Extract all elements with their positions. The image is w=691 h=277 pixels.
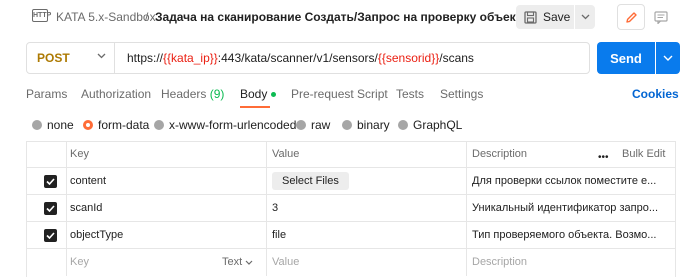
url-bar: POST https://{{kata_ip}}:443/kata/scanne… xyxy=(26,42,590,74)
row-key[interactable]: content xyxy=(66,168,266,195)
send-options-button[interactable] xyxy=(656,42,680,74)
new-description-input[interactable]: Description xyxy=(466,249,676,276)
table-row: scanId 3 Уникальный идентификатор запро.… xyxy=(26,195,676,222)
request-header: HTTP KATA 5.x-Sandbox / Задача на сканир… xyxy=(0,0,691,36)
url-prefix: https:// xyxy=(127,51,164,65)
http-request-icon: HTTP xyxy=(32,9,51,22)
row-description[interactable]: Уникальный идентификатор запро... xyxy=(466,195,676,222)
row-enabled-checkbox[interactable] xyxy=(44,175,57,188)
body-type-selector: none form-data x-www-form-urlencoded raw… xyxy=(32,118,672,134)
key-type-label: Text xyxy=(222,256,243,268)
row-enabled-checkbox[interactable] xyxy=(44,229,57,242)
radio-none-dot xyxy=(32,120,42,130)
bulk-edit-link[interactable]: Bulk Edit xyxy=(622,141,665,168)
tab-headers-count: (9) xyxy=(209,87,225,101)
row-key[interactable]: objectType xyxy=(66,222,266,249)
radio-none-label: none xyxy=(47,118,74,132)
breadcrumb-separator: / xyxy=(145,10,149,24)
column-header-key: Key xyxy=(70,148,89,160)
tab-params[interactable]: Params xyxy=(26,86,67,102)
radio-graphql-dot xyxy=(398,120,408,130)
table-header-row: Key Value Description ••• Bulk Edit xyxy=(26,141,676,168)
tab-headers[interactable]: Headers (9) xyxy=(161,86,224,102)
comment-icon xyxy=(654,10,668,24)
column-divider xyxy=(466,141,467,276)
table-row: objectType file Тип проверяемого объекта… xyxy=(26,222,676,249)
body-indicator-dot xyxy=(271,92,277,98)
checkmark-icon xyxy=(46,178,55,185)
radio-raw-dot xyxy=(296,120,306,130)
checkmark-icon xyxy=(46,232,55,239)
tab-settings[interactable]: Settings xyxy=(440,86,483,102)
tab-body-label: Body xyxy=(240,87,268,101)
cookies-link[interactable]: Cookies xyxy=(632,86,679,102)
select-files-button[interactable]: Select Files xyxy=(272,172,349,190)
row-key[interactable]: scanId xyxy=(66,195,266,222)
row-enabled-checkbox[interactable] xyxy=(44,202,57,215)
save-icon xyxy=(524,10,537,24)
tab-body[interactable]: Body xyxy=(240,86,277,108)
column-divider xyxy=(66,141,67,276)
save-label: Save xyxy=(543,10,571,24)
method-label: POST xyxy=(37,51,70,65)
key-type-select[interactable]: Text xyxy=(222,249,253,276)
tab-tests[interactable]: Tests xyxy=(396,86,424,102)
breadcrumb-collection[interactable]: KATA 5.x-Sandbox xyxy=(56,10,156,24)
radio-urlencoded-dot xyxy=(154,120,164,130)
checkmark-icon xyxy=(46,205,55,212)
active-tab-underline xyxy=(240,106,271,108)
more-options-icon[interactable]: ••• xyxy=(598,152,609,163)
url-path: :443/kata/scanner/v1/sensors/ xyxy=(217,51,378,65)
row-value[interactable]: file xyxy=(266,222,466,249)
url-input[interactable]: https://{{kata_ip}}:443/kata/scanner/v1/… xyxy=(127,51,474,65)
radio-form-data-dot xyxy=(83,120,93,130)
new-value-input[interactable]: Value xyxy=(266,249,466,276)
radio-binary[interactable]: binary xyxy=(342,118,390,132)
radio-binary-dot xyxy=(342,120,352,130)
url-variable-kata-ip: {{kata_ip}} xyxy=(163,51,218,65)
tab-prerequest-script[interactable]: Pre-request Script xyxy=(291,86,388,102)
radio-raw-label: raw xyxy=(311,118,331,132)
tab-headers-label: Headers xyxy=(161,87,207,101)
column-divider xyxy=(266,141,267,276)
row-description[interactable]: Тип проверяемого объекта. Возмо... xyxy=(466,222,676,249)
tab-authorization[interactable]: Authorization xyxy=(81,86,151,102)
row-value[interactable]: 3 xyxy=(266,195,466,222)
request-tabs: Params Authorization Headers (9) Body Pr… xyxy=(26,86,676,108)
radio-none[interactable]: none xyxy=(32,118,74,132)
chevron-down-icon xyxy=(663,55,673,61)
radio-binary-label: binary xyxy=(357,118,390,132)
radio-graphql-label: GraphQL xyxy=(413,118,463,132)
url-suffix: /scans xyxy=(439,51,474,65)
radio-graphql[interactable]: GraphQL xyxy=(398,118,462,132)
table-new-row: Key Text Value Description xyxy=(26,249,676,276)
save-button[interactable]: Save xyxy=(516,5,574,29)
radio-raw[interactable]: raw xyxy=(296,118,330,132)
radio-form-data-label: form-data xyxy=(98,118,150,132)
column-header-value: Value xyxy=(272,148,300,160)
table-row: content Select Files Для проверки ссылок… xyxy=(26,168,676,195)
edit-button[interactable] xyxy=(617,4,645,30)
chevron-down-icon xyxy=(97,53,106,59)
row-description[interactable]: Для проверки ссылок поместите е... xyxy=(466,168,676,195)
method-select[interactable]: POST xyxy=(27,43,115,73)
send-button[interactable]: Send xyxy=(597,42,655,74)
url-variable-sensorid: {{sensorid}} xyxy=(377,51,440,65)
radio-form-data[interactable]: form-data xyxy=(83,118,149,132)
chevron-down-icon xyxy=(581,14,589,20)
save-options-button[interactable] xyxy=(575,5,595,29)
pencil-icon xyxy=(625,11,637,23)
row-value: Select Files xyxy=(266,168,466,195)
chevron-down-icon xyxy=(245,260,253,265)
radio-urlencoded[interactable]: x-www-form-urlencoded xyxy=(154,118,296,132)
radio-urlencoded-label: x-www-form-urlencoded xyxy=(169,118,297,132)
request-title[interactable]: Задача на сканирование Создать/Запрос на… xyxy=(155,10,536,24)
comments-button[interactable] xyxy=(647,4,675,30)
